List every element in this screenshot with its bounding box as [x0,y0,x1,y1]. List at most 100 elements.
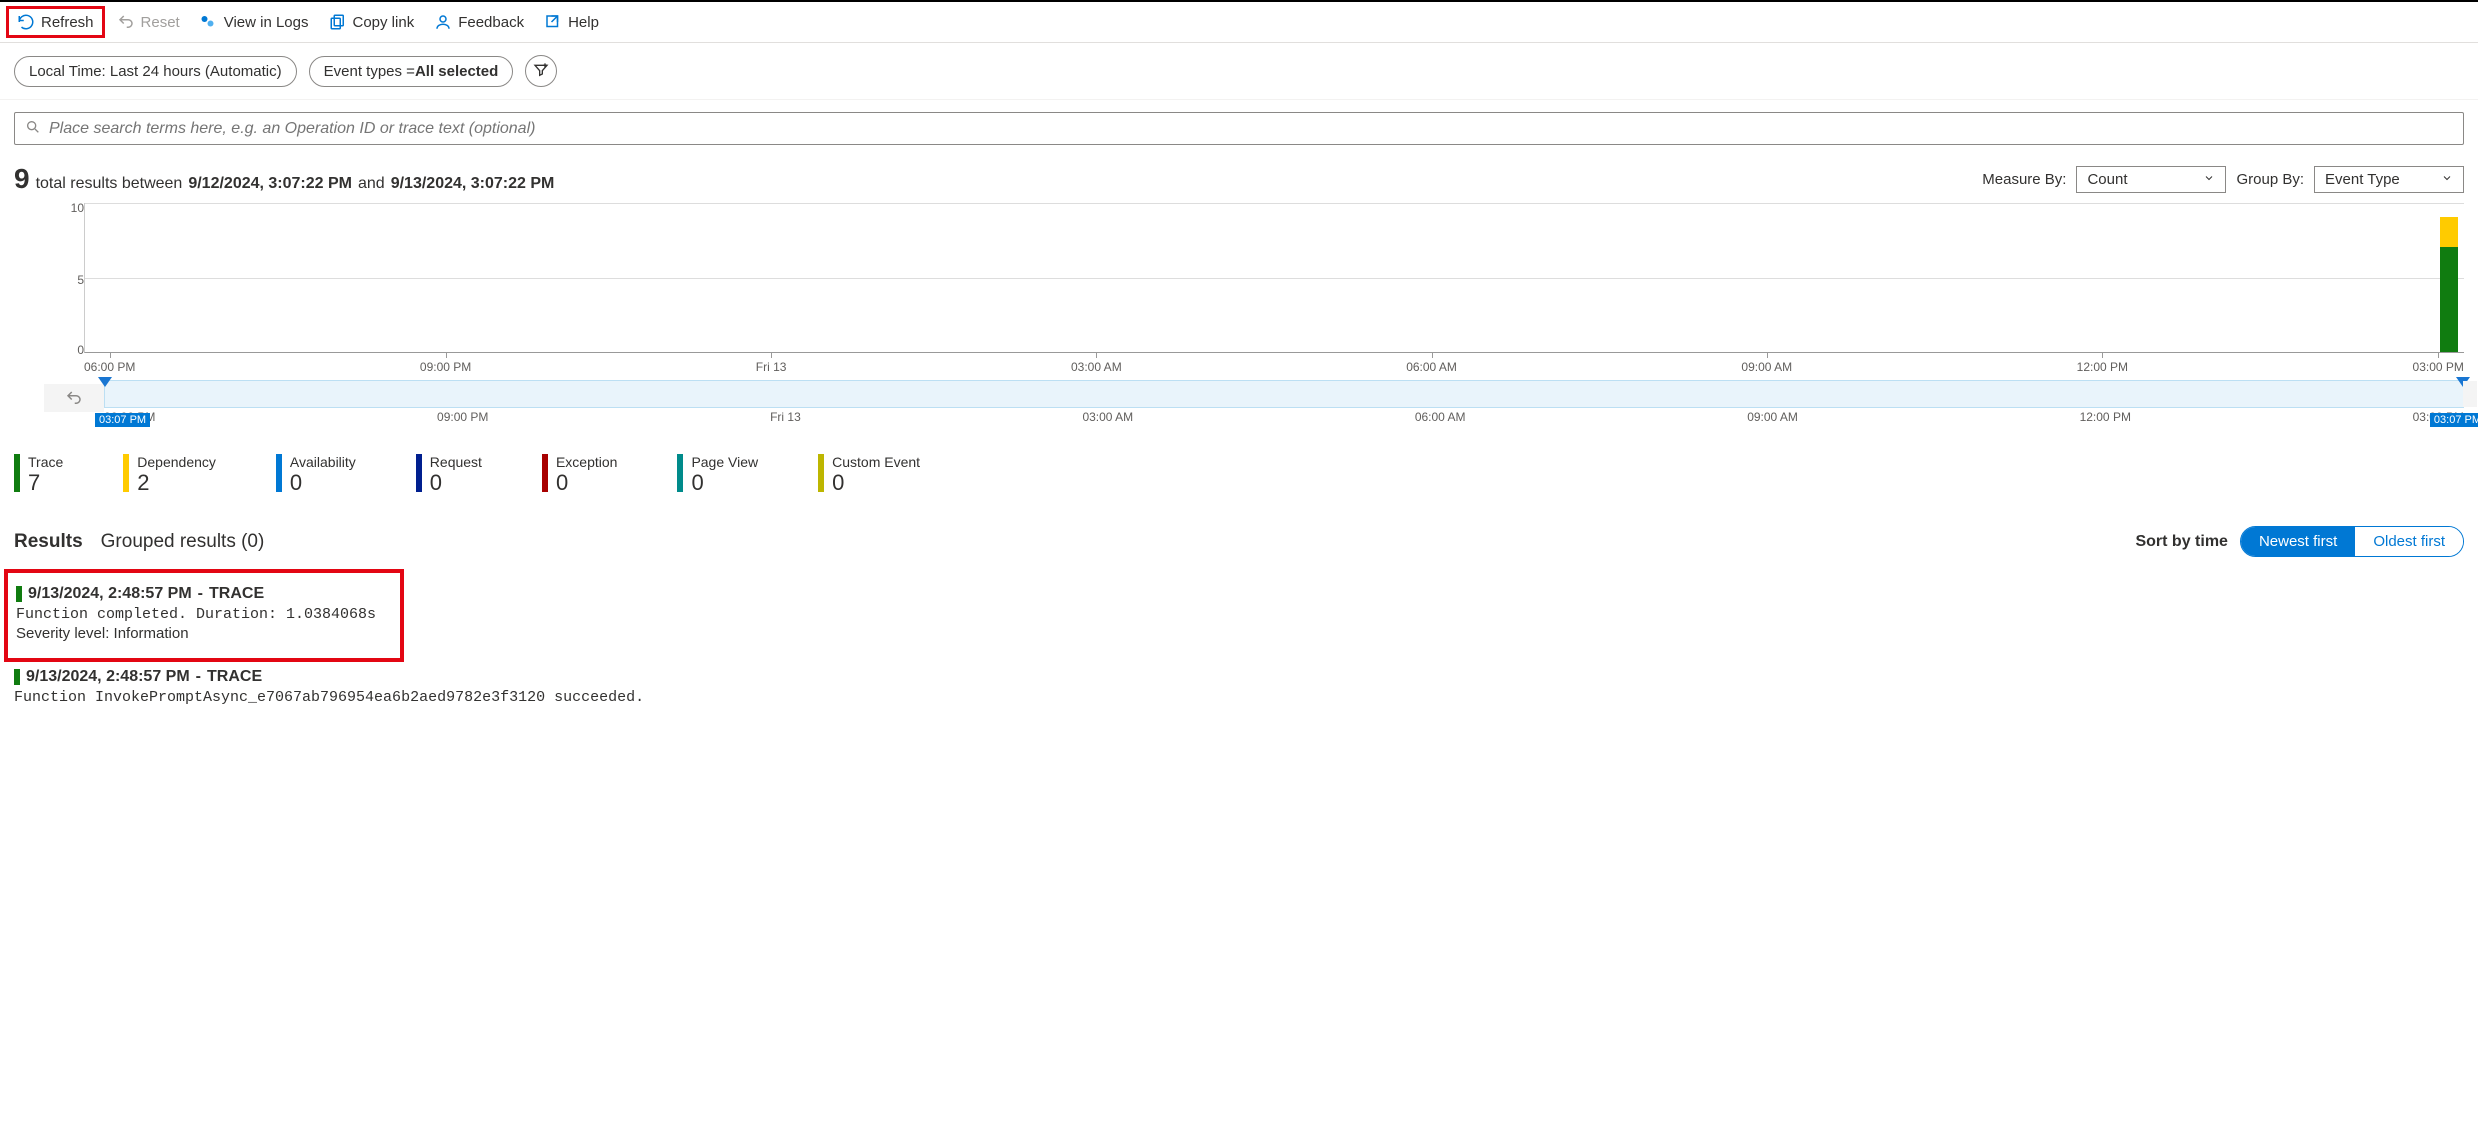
search-input[interactable] [49,120,2453,138]
bar-dependency [2440,217,2458,247]
logs-icon [200,13,218,31]
legend-label: Request [430,454,482,470]
event-types-prefix: Event types = [324,63,415,80]
legend-item[interactable]: Request0 [416,454,482,496]
tab-grouped-results[interactable]: Grouped results (0) [101,531,265,553]
total-count: 9 [14,163,30,195]
result-timestamp: 9/13/2024, 2:48:57 PM [28,585,192,603]
legend-count: 7 [28,470,63,496]
help-label: Help [568,14,599,31]
reset-button[interactable]: Reset [117,13,180,31]
summary-end: 9/13/2024, 3:07:22 PM [391,175,555,193]
sort-oldest-button[interactable]: Oldest first [2355,527,2463,556]
severity-bar [14,669,20,685]
legend-color-bar [542,454,548,492]
measure-by-value: Count [2087,171,2127,188]
y-tick: 10 [71,201,84,215]
highlighted-result: 9/13/2024, 2:48:57 PM - TRACEFunction co… [4,569,404,662]
copy-link-icon [329,13,347,31]
result-type: TRACE [207,668,262,686]
search-icon [25,119,41,138]
refresh-button[interactable]: Refresh [6,6,105,38]
group-by-dropdown[interactable]: Event Type [2314,166,2464,193]
event-types-value: All selected [415,63,498,80]
view-in-logs-label: View in Logs [224,14,309,31]
legend-item[interactable]: Page View0 [677,454,758,496]
legend-label: Dependency [137,454,216,470]
chevron-down-icon [2203,171,2215,188]
legend-count: 0 [691,470,758,496]
legend-item[interactable]: Exception0 [542,454,617,496]
brush-end-time: 03:07 PM [2430,413,2478,427]
refresh-icon [17,13,35,31]
results-tabs: Results Grouped results (0) [14,531,264,553]
brush-x-axis: 06:00 PM 09:00 PM Fri 13 03:00 AM 06:00 … [104,408,2464,424]
result-item[interactable]: 9/13/2024, 2:48:57 PM - TRACEFunction In… [14,662,2464,716]
legend-color-bar [123,454,129,492]
result-severity: Severity level: Information [16,625,392,642]
legend-label: Custom Event [832,454,920,470]
time-range-pill[interactable]: Local Time: Last 24 hours (Automatic) [14,56,297,87]
tab-results[interactable]: Results [14,531,83,553]
summary-and: and [358,175,385,193]
brush-reset-button[interactable] [44,384,104,412]
funnel-plus-icon [533,62,549,81]
sort-newest-button[interactable]: Newest first [2241,527,2355,556]
refresh-label: Refresh [41,14,94,31]
feedback-button[interactable]: Feedback [434,13,524,31]
legend-label: Trace [28,454,63,470]
legend-item[interactable]: Custom Event0 [818,454,920,496]
legend-item[interactable]: Dependency2 [123,454,216,496]
legend-color-bar [416,454,422,492]
copy-link-label: Copy link [353,14,415,31]
undo-icon [117,13,135,31]
legend-label: Exception [556,454,617,470]
filter-row: Local Time: Last 24 hours (Automatic) Ev… [0,43,2478,100]
toolbar: Refresh Reset View in Logs Copy link Fee… [0,0,2478,43]
copy-link-button[interactable]: Copy link [329,13,415,31]
bar-trace [2440,247,2458,352]
results-list: 9/13/2024, 2:48:57 PM - TRACEFunction co… [14,569,2464,716]
summary-between: total results between [36,175,183,193]
result-message: Function InvokePromptAsync_e7067ab796954… [14,689,2464,706]
legend-count: 0 [832,470,920,496]
legend-count: 2 [137,470,216,496]
legend-item[interactable]: Availability0 [276,454,356,496]
result-type: TRACE [209,585,264,603]
legend-color-bar [14,454,20,492]
summary-start: 9/12/2024, 3:07:22 PM [188,175,352,193]
legend-label: Page View [691,454,758,470]
measure-by-dropdown[interactable]: Count [2076,166,2226,193]
results-summary: 9 total results between 9/12/2024, 3:07:… [14,163,554,195]
legend-item[interactable]: Trace7 [14,454,63,496]
result-timestamp: 9/13/2024, 2:48:57 PM [26,668,190,686]
legend-count: 0 [430,470,482,496]
timeline-chart[interactable]: 10 5 0 06:00 PM 09:00 PM Fri 13 03:00 AM… [14,203,2464,424]
legend-label: Availability [290,454,356,470]
event-types-pill[interactable]: Event types = All selected [309,56,514,87]
legend-color-bar [818,454,824,492]
severity-bar [16,586,22,602]
measure-by-label: Measure By: [1982,171,2066,188]
chevron-down-icon [2441,171,2453,188]
search-input-wrapper[interactable] [14,112,2464,145]
legend-count: 0 [556,470,617,496]
legend-count: 0 [290,470,356,496]
y-tick: 0 [77,343,84,357]
legend-row: Trace7Dependency2Availability0Request0Ex… [14,454,2464,496]
chart-x-axis: 06:00 PM 09:00 PM Fri 13 03:00 AM 06:00 … [84,353,2464,374]
view-in-logs-button[interactable]: View in Logs [200,13,309,31]
help-button[interactable]: Help [544,13,599,31]
sort-by-label: Sort by time [2135,533,2227,551]
group-by-label: Group By: [2236,171,2304,188]
legend-color-bar [677,454,683,492]
brush-handle-left[interactable] [98,377,112,387]
time-range-label: Local Time: Last 24 hours (Automatic) [29,63,282,80]
external-link-icon [544,13,562,31]
sort-segmented-control: Newest first Oldest first [2240,526,2464,557]
y-tick: 5 [77,273,84,287]
add-filter-button[interactable] [525,55,557,87]
result-item[interactable]: 9/13/2024, 2:48:57 PM - TRACEFunction co… [16,579,392,652]
time-brush[interactable]: 03:07 PM 03:07 PM 06:00 PM 09:00 PM Fri … [44,380,2464,424]
legend-color-bar [276,454,282,492]
